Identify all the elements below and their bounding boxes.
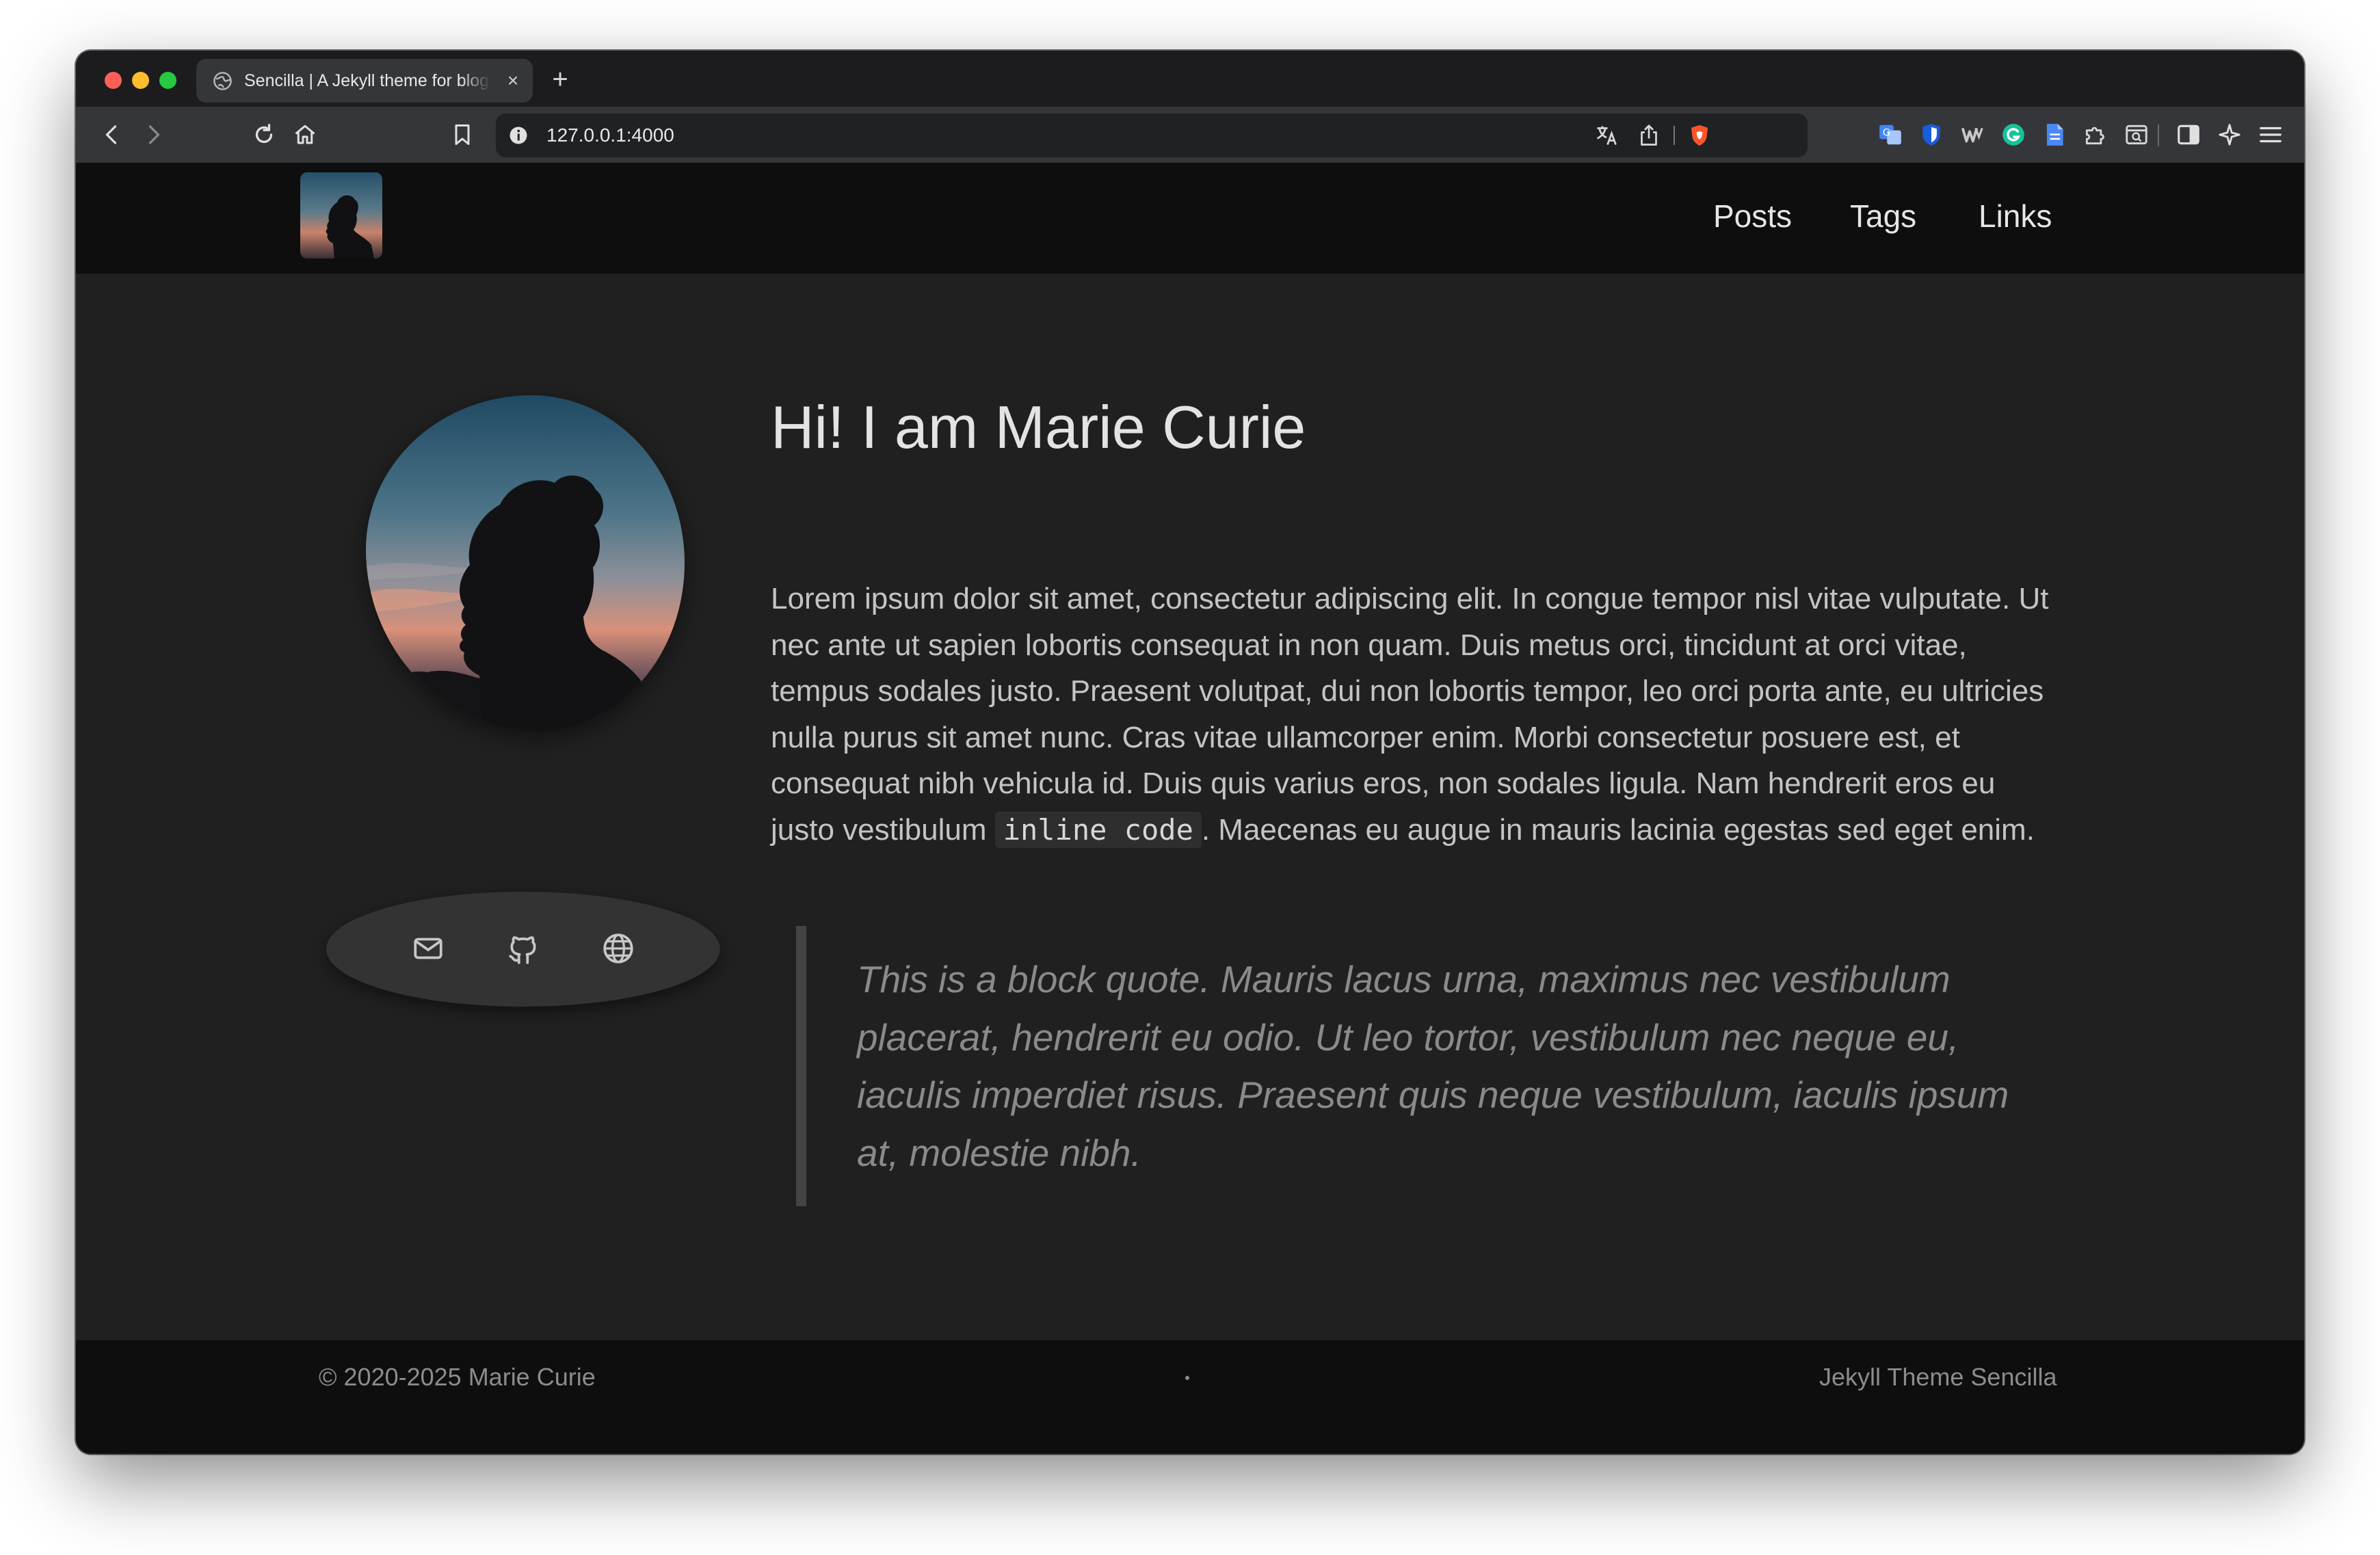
globe-icon <box>603 933 633 963</box>
nav-link-tags[interactable]: Tags <box>1850 196 1916 237</box>
divider <box>2158 124 2159 146</box>
menu-icon[interactable] <box>2258 122 2284 148</box>
grammarly-icon[interactable] <box>2000 122 2026 148</box>
forward-arrow-icon <box>148 125 160 144</box>
svg-text:G: G <box>1883 128 1890 139</box>
brave-shield-icon[interactable] <box>1687 123 1712 148</box>
bookmark-icon <box>455 124 470 145</box>
block-quote: This is a block quote. Mauris lacus urna… <box>796 926 2068 1206</box>
reload-button[interactable] <box>248 119 280 150</box>
share-icon[interactable] <box>1637 123 1661 148</box>
browser-tab[interactable]: Sencilla | A Jekyll theme for blogs × <box>196 59 533 103</box>
site-navbar: Posts Tags Links <box>76 163 2304 274</box>
website-link[interactable] <box>598 929 638 968</box>
close-window-button[interactable] <box>105 72 122 89</box>
google-translate-extension-icon[interactable]: G <box>1877 122 1903 148</box>
translate-icon[interactable] <box>1594 123 1619 148</box>
github-link[interactable] <box>503 929 543 968</box>
intro-text: Lorem ipsum dolor sit amet, consectetur … <box>771 582 2049 847</box>
github-icon <box>509 936 536 964</box>
browser-window: Sencilla | A Jekyll theme for blogs × + … <box>76 51 2304 1454</box>
tab-title: Sencilla | A Jekyll theme for blogs <box>244 71 490 90</box>
nav-link-links[interactable]: Links <box>1979 196 2052 237</box>
home-button[interactable] <box>289 119 321 150</box>
nav-link-posts[interactable]: Posts <box>1713 196 1792 237</box>
tab-search-icon[interactable] <box>2124 122 2150 148</box>
close-tab-icon[interactable]: × <box>503 70 523 91</box>
info-icon[interactable] <box>508 125 529 146</box>
document-extension-icon[interactable] <box>2041 122 2067 148</box>
footer-copyright: © 2020-2025 Marie Curie <box>319 1363 596 1391</box>
social-links <box>326 892 720 1007</box>
leo-ai-icon[interactable] <box>2217 122 2243 148</box>
site-logo[interactable] <box>300 172 382 258</box>
intro-paragraph: Lorem ipsum dolor sit amet, consectetur … <box>771 576 2063 853</box>
back-arrow-icon <box>105 125 117 144</box>
new-tab-button[interactable]: + <box>545 64 575 94</box>
tab-strip: Sencilla | A Jekyll theme for blogs × + <box>76 51 2304 107</box>
footer-separator <box>1185 1376 1189 1380</box>
reload-icon <box>255 124 273 144</box>
site-footer: © 2020-2025 Marie Curie Jekyll Theme Sen… <box>76 1340 2304 1454</box>
bookmark-button[interactable] <box>447 119 478 150</box>
main-content: Hi! I am Marie Curie Lorem ipsum dolor s… <box>76 274 2304 1340</box>
puzzle-icon[interactable] <box>2082 122 2108 148</box>
back-button[interactable] <box>96 119 128 150</box>
email-icon <box>414 938 442 959</box>
divider <box>1674 126 1675 145</box>
footer-theme-link[interactable]: Jekyll Theme Sencilla <box>1819 1359 2057 1395</box>
bitwarden-icon[interactable] <box>1918 122 1944 148</box>
minimize-window-button[interactable] <box>132 72 149 89</box>
inline-code: inline code <box>994 811 1202 848</box>
w-extension-icon[interactable] <box>1959 122 1985 148</box>
address-bar[interactable]: 127.0.0.1:4000 <box>496 114 1808 157</box>
page-title: Hi! I am Marie Curie <box>771 393 1306 461</box>
sidebar-icon[interactable] <box>2176 122 2202 148</box>
maximize-window-button[interactable] <box>159 72 176 89</box>
profile-avatar <box>366 395 685 730</box>
url-text: 127.0.0.1:4000 <box>546 124 674 146</box>
block-quote-text: This is a block quote. Mauris lacus urna… <box>857 958 2009 1174</box>
intro-text-end: . Maecenas eu augue in mauris lacinia eg… <box>1201 812 2035 847</box>
globe-icon <box>213 72 232 90</box>
email-link[interactable] <box>408 929 448 968</box>
web-page: Posts Tags Links Hi! I am Marie Curie Lo… <box>76 163 2304 1454</box>
home-icon <box>295 124 315 144</box>
forward-button[interactable] <box>137 119 169 150</box>
browser-toolbar: 127.0.0.1:4000 G <box>76 107 2304 163</box>
